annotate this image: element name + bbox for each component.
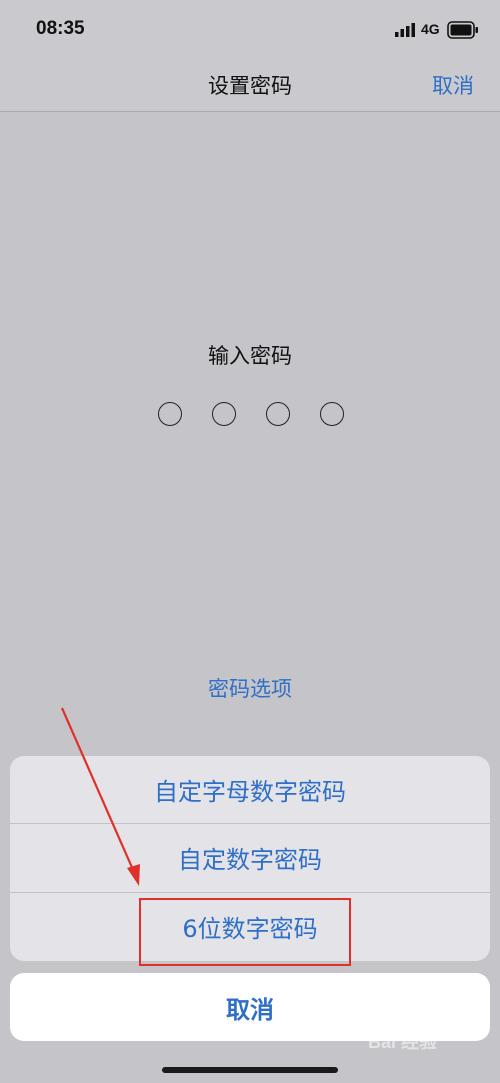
status-time: 08:35 bbox=[36, 18, 85, 39]
watermark-text: Bai 经验 bbox=[368, 1032, 438, 1052]
passcode-dot bbox=[212, 402, 236, 426]
passcode-options-link[interactable]: 密码选项 bbox=[0, 673, 500, 703]
passcode-dot bbox=[266, 402, 290, 426]
status-bar: 08:35 4G bbox=[0, 0, 500, 60]
cellular-signal-icon bbox=[395, 23, 415, 37]
annotation-highlight-box bbox=[139, 898, 351, 966]
watermark-logo: Bai 经验 bbox=[368, 1028, 488, 1062]
navigation-bar: 设置密码 取消 bbox=[0, 60, 500, 112]
passcode-dots bbox=[158, 402, 344, 428]
option-custom-numeric-code[interactable]: 自定数字密码 bbox=[10, 824, 490, 893]
nav-cancel-button[interactable]: 取消 bbox=[432, 70, 474, 100]
passcode-dot bbox=[320, 402, 344, 426]
home-indicator bbox=[162, 1067, 338, 1073]
passcode-prompt: 输入密码 bbox=[208, 344, 292, 368]
option-custom-alphanumeric-code[interactable]: 自定字母数字密码 bbox=[10, 756, 490, 825]
network-type-label: 4G bbox=[421, 21, 440, 37]
page-title: 设置密码 bbox=[208, 74, 292, 98]
battery-icon bbox=[447, 21, 478, 39]
passcode-dot bbox=[158, 402, 182, 426]
